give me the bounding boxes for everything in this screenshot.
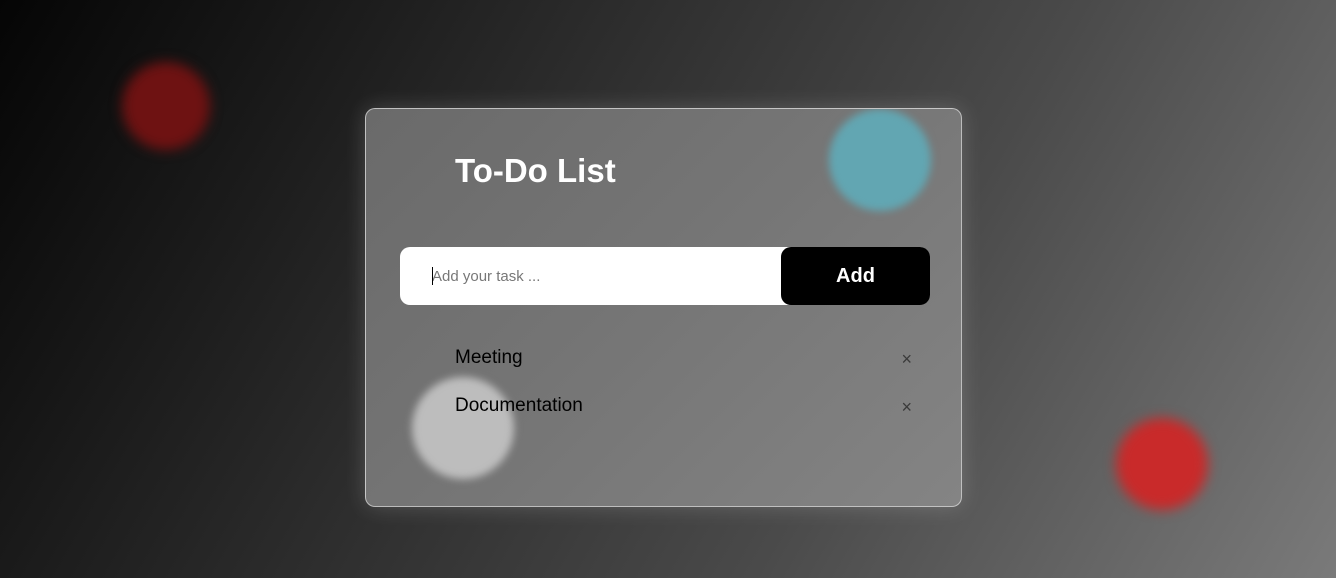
- task-label: Documentation: [455, 395, 583, 416]
- close-icon[interactable]: ×: [901, 349, 912, 370]
- task-label: Meeting: [455, 347, 523, 368]
- task-input[interactable]: [432, 247, 772, 305]
- task-item-documentation[interactable]: Documentation ×: [455, 383, 925, 431]
- decorative-blob-dark-red: [122, 62, 210, 150]
- task-list: Meeting × Documentation ×: [455, 335, 925, 431]
- todo-card: To-Do List Add Meeting × Documentation ×: [365, 108, 962, 507]
- close-icon[interactable]: ×: [901, 397, 912, 418]
- decorative-blob-teal: [829, 109, 931, 211]
- task-input-row: Add: [400, 247, 930, 305]
- add-button[interactable]: Add: [781, 247, 930, 305]
- task-item-meeting[interactable]: Meeting ×: [455, 335, 925, 383]
- page-title: To-Do List: [455, 152, 616, 189]
- decorative-blob-red: [1116, 418, 1208, 510]
- text-caret: [432, 267, 433, 285]
